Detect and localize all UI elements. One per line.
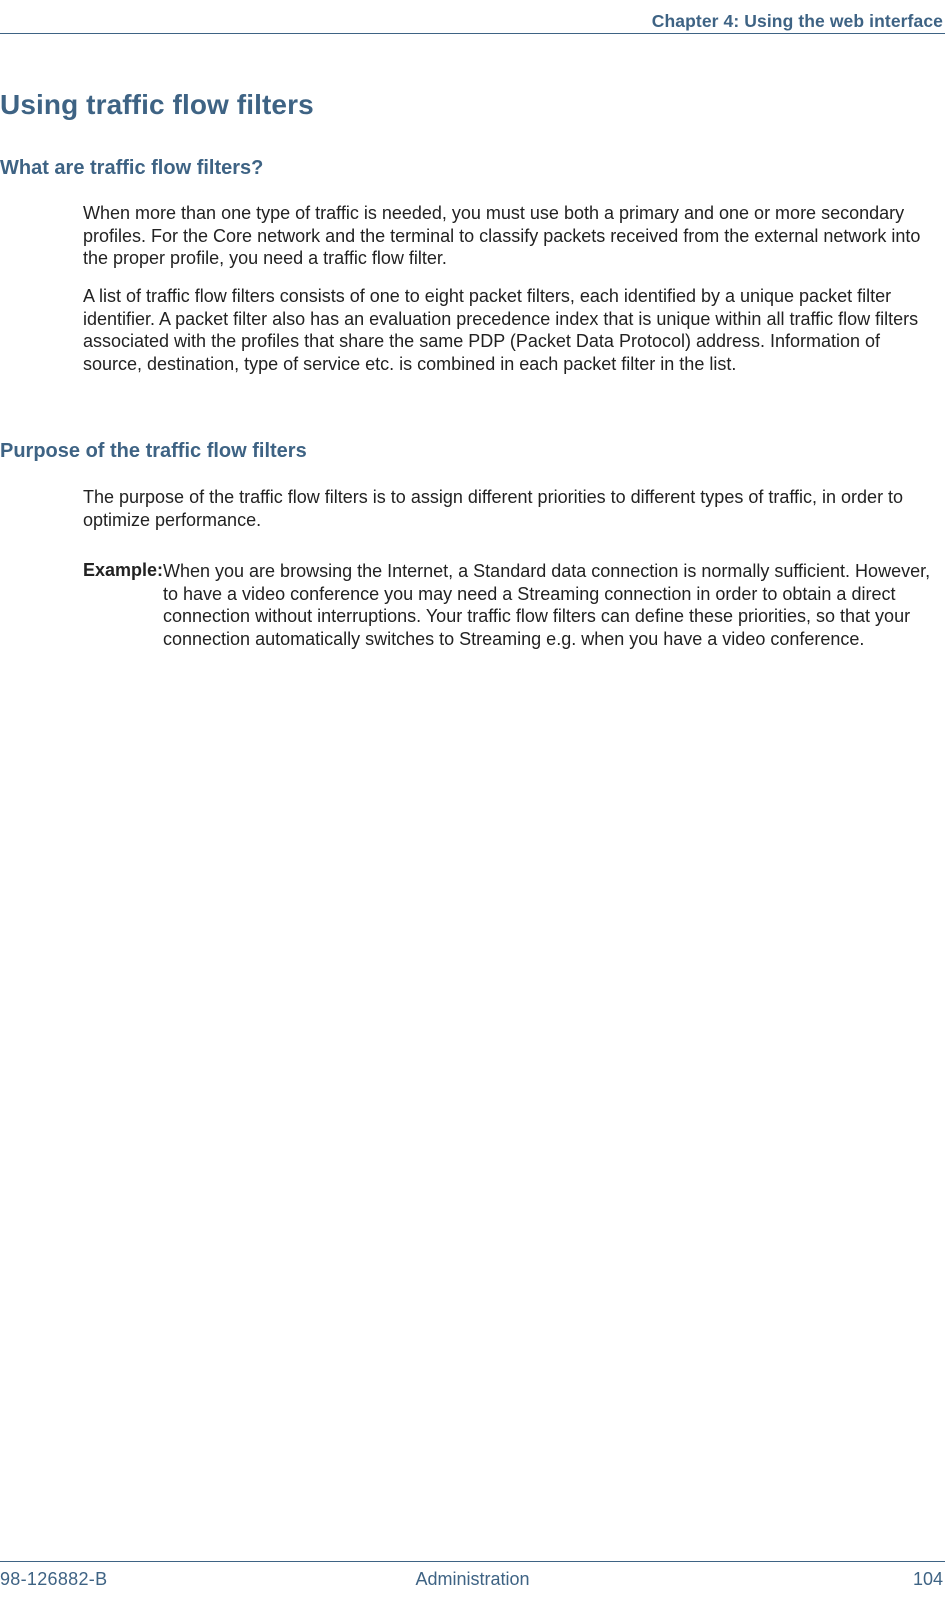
paragraph-intro: When more than one type of traffic is ne… — [83, 202, 937, 270]
paragraph-purpose: The purpose of the traffic flow filters … — [83, 486, 939, 531]
paragraph-filter-list: A list of traffic flow filters consists … — [83, 285, 941, 375]
example-label: Example: — [83, 560, 163, 581]
heading-what-are-filters: What are traffic flow filters? — [0, 157, 263, 180]
page: Chapter 4: Using the web interface Using… — [0, 0, 945, 1599]
header-divider — [0, 33, 945, 34]
example-body: When you are browsing the Internet, a St… — [163, 560, 939, 650]
footer-page-number: 104 — [913, 1569, 943, 1590]
footer-section: Administration — [0, 1569, 945, 1590]
example-block: Example: When you are browsing the Inter… — [83, 560, 941, 650]
heading-level-1: Using traffic flow filters — [0, 89, 314, 121]
heading-purpose: Purpose of the traffic flow filters — [0, 440, 307, 463]
footer-divider — [0, 1561, 945, 1562]
running-header-chapter: Chapter 4: Using the web interface — [652, 11, 943, 32]
